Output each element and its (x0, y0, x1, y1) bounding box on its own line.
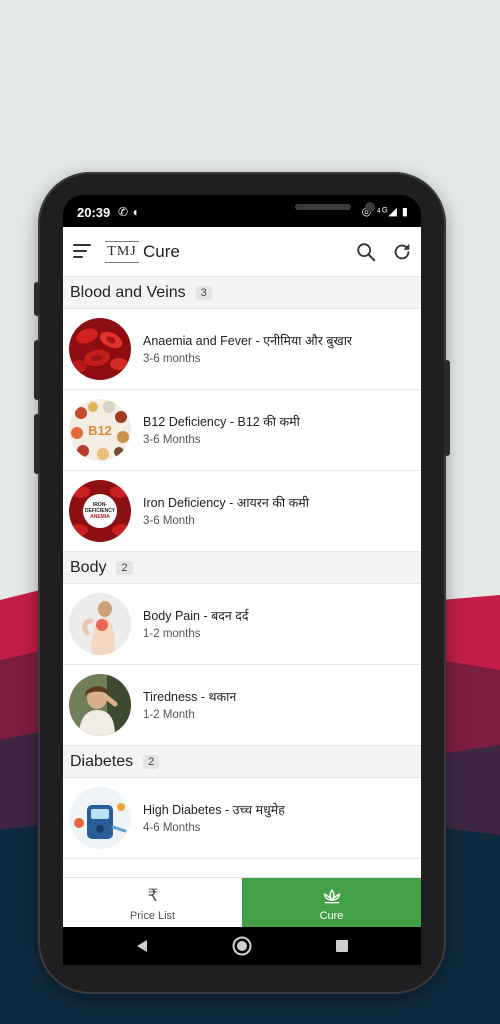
earpiece-speaker (295, 204, 351, 210)
lotus-icon (323, 889, 341, 904)
section-title: Diabetes (70, 752, 134, 770)
tired-person-image (69, 674, 131, 736)
section-header-body: Body 2 (63, 552, 421, 584)
item-title: High Diabetes - उच्च मधुमेह (143, 803, 285, 817)
recents-icon[interactable] (335, 939, 349, 953)
list-item-anaemia[interactable]: Anaemia and Fever - एनीमिया और बुखार 3-6… (63, 309, 421, 390)
tmj-logo: TMJ (105, 241, 139, 263)
iron-deficiency-anemia-image: IRON- DEFICIENCY ANEMIA (69, 480, 131, 542)
home-icon[interactable] (232, 936, 252, 956)
item-duration: 3-6 Month (143, 515, 195, 527)
item-duration: 4-6 Months (143, 822, 201, 834)
list-item-tiredness[interactable]: Tiredness - थकान 1-2 Month (63, 665, 421, 746)
section-count-badge: 2 (143, 754, 160, 769)
refresh-icon[interactable] (391, 241, 413, 263)
status-time: 20:39 (77, 205, 111, 220)
section-title: Blood and Veins (70, 283, 186, 301)
tab-label: Price List (129, 910, 176, 922)
camera-notch (145, 195, 375, 225)
phone-side-button (34, 282, 40, 316)
phone-volume-up-button (34, 340, 40, 400)
back-pain-person-image (69, 593, 131, 655)
list-item-iron-deficiency[interactable]: IRON- DEFICIENCY ANEMIA Iron Deficiency … (63, 471, 421, 552)
phone-screen: 20:39 ✆ ◖ ◎ ⁴ᴳ◢ ▮ TMJ Cure Blood and Vei… (63, 195, 421, 965)
tab-label: Cure (319, 910, 344, 922)
phone-power-button (444, 360, 450, 456)
tab-cure[interactable]: Cure (242, 878, 421, 930)
section-title: Body (70, 558, 107, 576)
status-left-icons: ✆ ◖ (118, 205, 139, 219)
b12-label: B12 (88, 423, 112, 438)
app-bar: TMJ Cure (63, 227, 421, 277)
phone-volume-down-button (34, 414, 40, 474)
rupee-icon: ₹ (147, 886, 159, 905)
front-camera (365, 202, 375, 212)
b12-foods-image: B12 (69, 399, 131, 461)
cure-list: Blood and Veins 3 Anaemia and Fever - एन… (63, 277, 421, 877)
list-item-body-pain[interactable]: Body Pain - बदन दर्द 1-2 months (63, 584, 421, 665)
item-duration: 3-6 months (143, 353, 201, 365)
section-header-diabetes: Diabetes 2 (63, 746, 421, 778)
search-icon[interactable] (355, 241, 377, 263)
item-title: Iron Deficiency - आयरन की कमी (143, 496, 309, 510)
section-count-badge: 2 (116, 560, 133, 575)
glucose-meter-image (69, 787, 131, 849)
item-duration: 1-2 Month (143, 709, 195, 721)
system-navigation-bar (63, 927, 421, 965)
app-container: TMJ Cure Blood and Veins 3 Anaemia and F… (63, 227, 421, 930)
item-title: Body Pain - बदन दर्द (143, 609, 249, 623)
back-icon[interactable] (135, 939, 149, 953)
list-item-b12-deficiency[interactable]: B12 B12 Deficiency - B12 की कमी 3-6 Mont… (63, 390, 421, 471)
item-title: Tiredness - थकान (143, 690, 237, 704)
item-title: B12 Deficiency - B12 की कमी (143, 415, 300, 429)
iron-label-line-3: ANEMIA (90, 514, 110, 520)
section-header-blood-and-veins: Blood and Veins 3 (63, 277, 421, 309)
item-duration: 1-2 months (143, 628, 201, 640)
item-duration: 3-6 Months (143, 434, 201, 446)
hamburger-icon[interactable] (73, 244, 91, 258)
item-title: Anaemia and Fever - एनीमिया और बुखार (143, 334, 353, 348)
bottom-navigation: ₹ Price List Cure (63, 877, 421, 930)
red-blood-cells-image (69, 318, 131, 380)
section-count-badge: 3 (195, 285, 212, 300)
list-item-high-diabetes[interactable]: High Diabetes - उच्च मधुमेह 4-6 Months (63, 778, 421, 859)
tab-price-list[interactable]: ₹ Price List (63, 878, 242, 930)
page-title: Cure (143, 242, 180, 261)
